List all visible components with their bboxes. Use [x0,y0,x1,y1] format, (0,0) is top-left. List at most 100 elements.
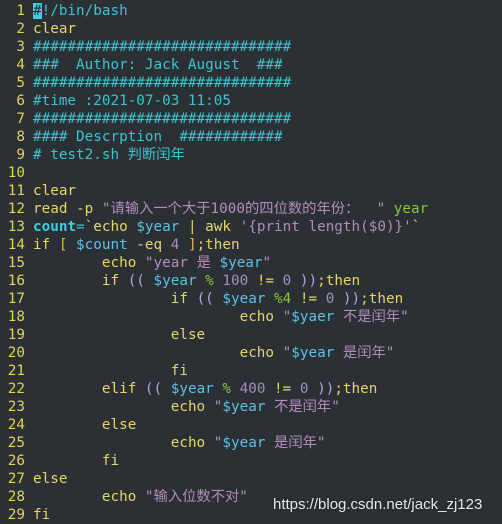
token-bold: count [33,219,77,235]
code-text: else [33,327,205,343]
code-text: ############################## [33,75,291,91]
code-line[interactable]: 3 ############################## [0,38,502,56]
code-editor[interactable]: 1 #!/bin/bash 2 clear 3 #####################… [0,2,502,524]
token-kw: if [170,291,197,307]
code-text: #time :2021-07-03 11:05 [33,93,231,109]
token-paren: )) [334,291,361,307]
code-line[interactable]: 26 fi [0,452,502,470]
token-num: 100 [222,273,249,289]
token-comment: ############################## [33,111,292,127]
token-num: 0 [299,381,309,397]
code-line[interactable]: 6 #time :2021-07-03 11:05 [0,92,502,110]
line-number: 11 [7,183,25,199]
line-number: 3 [16,39,25,55]
line-number: 24 [7,417,25,433]
code-line[interactable]: 5 ############################## [0,74,502,92]
code-text: fi [33,453,119,469]
code-line[interactable]: 23 echo "$year 不是闰年" [0,398,502,416]
code-text: fi [33,363,188,379]
line-number: 16 [7,273,25,289]
token-paren: (( [196,291,223,307]
line-number: 21 [7,363,25,379]
code-line[interactable]: 2 clear [0,20,502,38]
code-line[interactable]: 13 count=`echo $year | awk '{print length… [0,218,502,236]
token-kw: != [265,381,300,397]
token-str: 是闰年" [334,345,395,361]
code-text: elif (( $year % 400 != 0 ));then [33,381,378,397]
code-line[interactable]: 4 ### Author: Jack August ### [0,56,502,74]
code-line[interactable]: 14 if [ $count -eq 4 ];then [0,236,502,254]
code-line[interactable]: 7 ############################## [0,110,502,128]
code-line[interactable]: 16 if (( $year % 100 != 0 ));then [0,272,502,290]
token-kw: elif [101,381,145,397]
code-line[interactable]: 21 fi [0,362,502,380]
code-text: echo "输入位数不对" [33,489,248,505]
token-kw: if [33,237,59,253]
line-number: 8 [16,129,25,145]
code-line[interactable]: 10 [0,164,502,182]
code-line[interactable]: 12 read -p "请输入一个大于1000的四位数的年份： " year [0,200,502,218]
token-paren: (( [127,273,154,289]
code-line[interactable]: 24 else [0,416,502,434]
code-line[interactable]: 20 echo "$year 是闰年" [0,344,502,362]
token-comment: !/bin/bash [41,3,128,19]
code-line[interactable]: 1 #!/bin/bash [0,2,502,20]
code-line[interactable]: 9 # test2.sh 判断闰年 [0,146,502,164]
token-bracket: [ [58,237,77,253]
code-line[interactable]: 11 clear [0,182,502,200]
code-line[interactable]: 15 echo "year 是 $year" [0,254,502,272]
token-str: " [282,345,292,361]
token-str: " [282,309,292,325]
token-comment: # test2.sh 判断闰年 [33,147,185,163]
token-var: $year [222,399,266,415]
token-kw: ;then [334,381,378,397]
line-number: 29 [7,507,25,523]
line-number: 1 [16,3,25,19]
code-line[interactable]: 22 elif (( $year % 400 != 0 ));then [0,380,502,398]
token-kw: ` [411,219,421,235]
token-var: $year [222,435,266,451]
code-line[interactable]: 18 echo "$yaer 不是闰年" [0,308,502,326]
code-text: ### Author: Jack August ### [33,57,283,73]
token-str: "输入位数不对" [144,489,248,505]
line-number: 18 [7,309,25,325]
code-line[interactable]: 8 #### Descrption ############ [0,128,502,146]
code-text: count=`echo $year | awk '{print length($… [33,219,420,235]
code-line[interactable]: 19 else [0,326,502,344]
line-number: 6 [16,93,25,109]
token-str: 不是闰年" [334,309,409,325]
code-line[interactable]: 17 if (( $year %4 != 0 ));then [0,290,502,308]
token-kw: echo [239,309,283,325]
token-kw: != [291,291,326,307]
token-kw: fi [101,453,120,469]
code-text: # test2.sh 判断闰年 [33,147,185,163]
token-str: "请输入一个大于1000的四位数的年份： " [101,201,386,217]
token-bracket: ] [187,237,197,253]
code-text: echo "$yaer 不是闰年" [33,309,409,325]
code-line[interactable]: 27 else [0,470,502,488]
line-number: 27 [7,471,25,487]
token-kw: if [101,273,128,289]
token-kw: ;then [196,237,240,253]
token-var: $year [153,273,197,289]
token-kw: echo [239,345,283,361]
token-kw: fi [170,363,188,379]
token-kw: fi [33,507,51,523]
token-comment: = [76,219,85,235]
token-var: $count [76,237,128,253]
watermark: https://blog.csdn.net/jack_zj123 [273,496,483,513]
token-comment: #### Descrption ############ [33,129,283,145]
token-var: $year [170,381,214,397]
line-number: 13 [7,219,25,235]
token-kw: clear [33,21,77,37]
code-text: #!/bin/bash [33,3,128,19]
code-line[interactable]: 25 echo "$year 是闰年" [0,434,502,452]
token-var: $year [136,219,180,235]
code-text: echo "$year 是闰年" [33,345,395,361]
